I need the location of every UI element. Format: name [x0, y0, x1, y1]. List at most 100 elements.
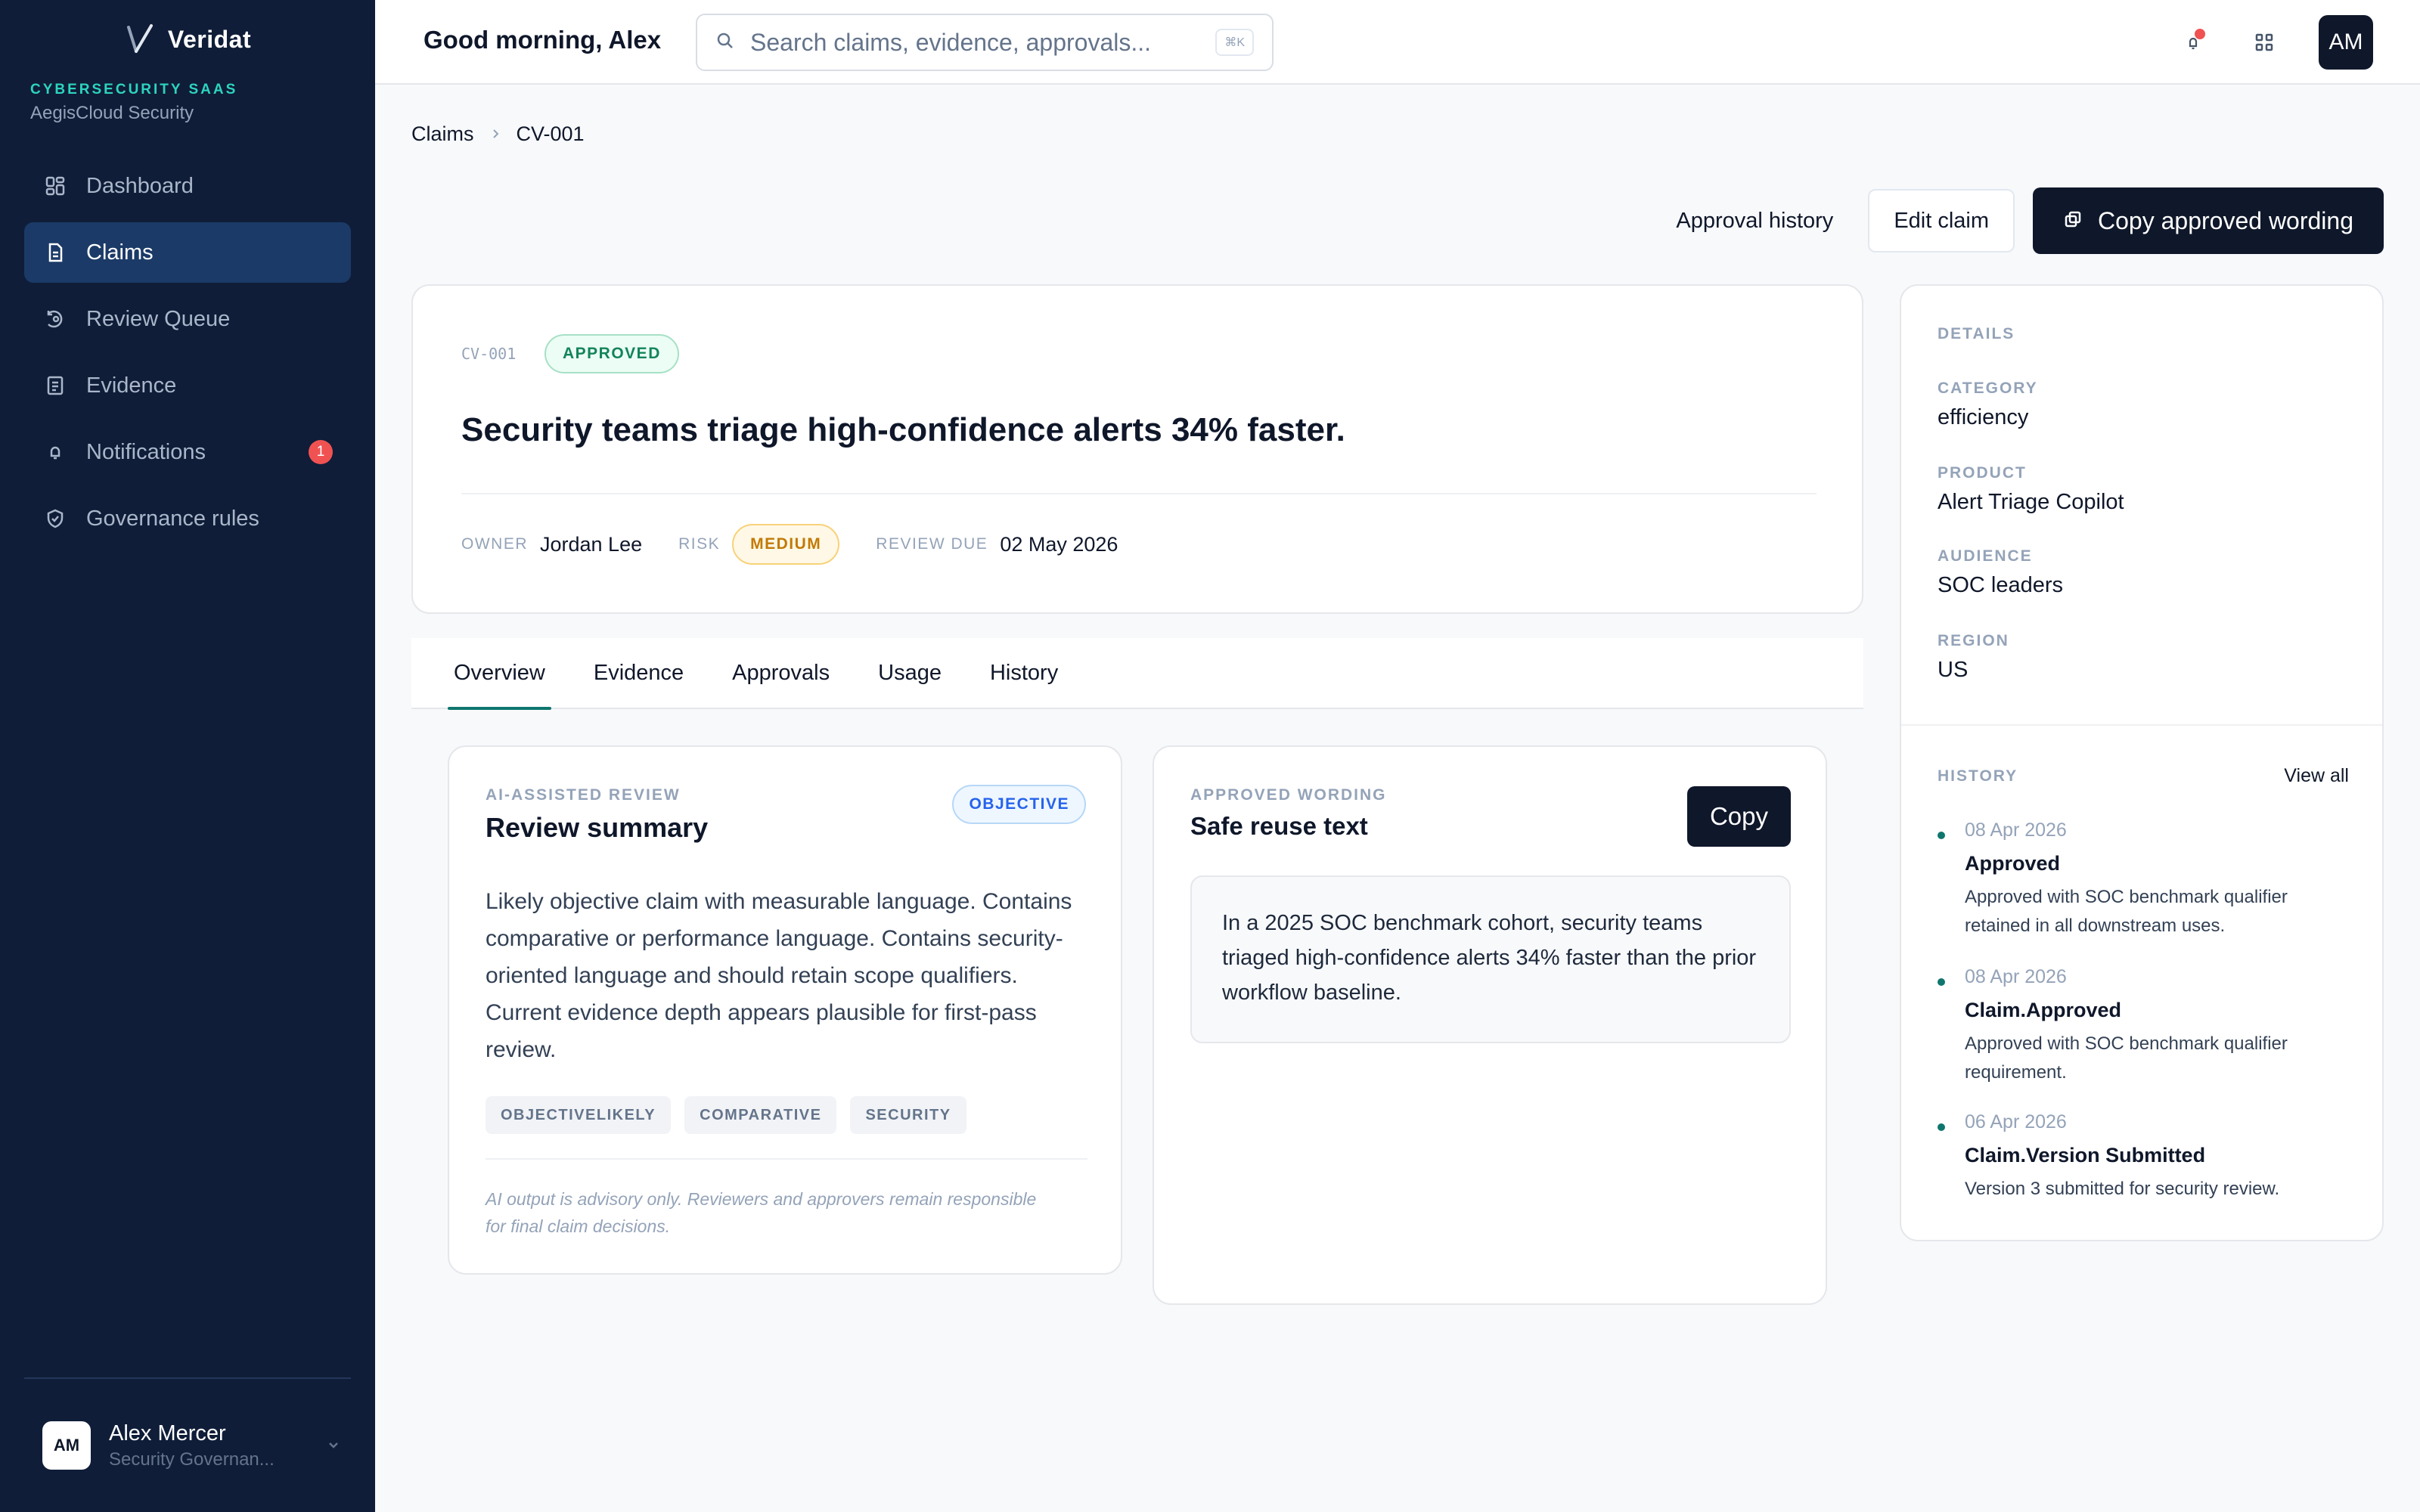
apps-grid-button[interactable] — [2248, 26, 2281, 59]
approved-wording-text: In a 2025 SOC benchmark cohort, security… — [1190, 875, 1791, 1043]
detail-value: US — [1938, 658, 1969, 682]
sidebar-item-label: Notifications — [86, 439, 206, 464]
tag: SECURITY — [850, 1096, 966, 1134]
tag: OBJECTIVELIKELY — [486, 1096, 672, 1134]
claim-actions: Approval history Edit claim Copy approve… — [1659, 187, 2384, 254]
claim-tabs: Overview Evidence Approvals Usage Histor… — [411, 637, 1863, 710]
details-panel: DETAILS CATEGORY efficiency PRODUCT Aler… — [1900, 284, 2384, 1241]
greeting: Good morning, Alex — [424, 26, 662, 54]
topbar: Good morning, Alex ⌘K AM — [375, 0, 2420, 85]
detail-category: CATEGORY efficiency — [1938, 380, 2038, 430]
history-desc: Approved with SOC benchmark qualifier re… — [1965, 887, 2288, 936]
sidebar-divider — [24, 1377, 351, 1379]
sidebar-nav: Dashboard Claims Review Queue Evidence N… — [24, 156, 351, 555]
history-header: HISTORY View all — [1938, 765, 2349, 787]
breadcrumb-claims-link[interactable]: Claims — [411, 122, 474, 146]
review-body: Likely objective claim with measurable l… — [486, 889, 1072, 1062]
chevron-down-icon[interactable] — [322, 1437, 345, 1454]
shield-icon — [44, 507, 67, 530]
owner-value: Jordan Lee — [540, 532, 643, 556]
sidebar-item-label: Governance rules — [86, 506, 259, 531]
history-item: 08 Apr 2026 Claim.Approved Approved with… — [1938, 966, 2349, 1087]
review-header: AI-ASSISTED REVIEW Review summary — [486, 786, 708, 844]
notifications-count-badge: 1 — [309, 440, 333, 464]
history-desc: Version 3 submitted for security review. — [1965, 1179, 2280, 1199]
copy-approved-wording-button[interactable]: Copy approved wording — [2033, 187, 2384, 254]
sidebar: Veridat CYBERSECURITY SAAS AegisCloud Se… — [0, 0, 375, 1512]
sidebar-item-dashboard[interactable]: Dashboard — [24, 156, 351, 216]
risk-badge: MEDIUM — [732, 524, 840, 565]
notification-bell-button[interactable] — [2176, 26, 2210, 59]
history-title: Claim.Version Submitted — [1965, 1144, 2206, 1167]
user-name: Alex Mercer — [109, 1421, 226, 1445]
sidebar-item-label: Review Queue — [86, 306, 231, 331]
review-due-value: 02 May 2026 — [1000, 532, 1118, 556]
approval-history-button[interactable]: Approval history — [1659, 189, 1850, 253]
review-divider — [486, 1158, 1087, 1160]
org-kicker: CYBERSECURITY SAAS — [30, 82, 238, 98]
review-due-label: REVIEW DUE — [876, 535, 988, 553]
ai-disclaimer: AI output is advisory only. Reviewers an… — [486, 1189, 1037, 1236]
search-icon — [715, 31, 735, 54]
claim-header-card: CV-001 APPROVED Security teams triage hi… — [411, 284, 1863, 614]
history-date: 06 Apr 2026 — [1965, 1111, 2067, 1132]
user-meta: Alex Mercer Security Governan... — [109, 1421, 304, 1470]
history-kicker: HISTORY — [1938, 767, 2018, 785]
history-date: 08 Apr 2026 — [1965, 966, 2067, 987]
detail-value: Alert Triage Copilot — [1938, 490, 2124, 514]
approved-wording-card: APPROVED WORDING Safe reuse text Copy In… — [1153, 745, 1827, 1305]
copy-approved-wording-label: Copy approved wording — [2098, 206, 2353, 234]
search-bar[interactable]: ⌘K — [696, 14, 1274, 71]
sidebar-item-label: Evidence — [86, 373, 177, 398]
search-input[interactable] — [750, 28, 1201, 57]
topbar-actions: AM — [2176, 15, 2373, 70]
history-desc: Approved with SOC benchmark qualifier re… — [1965, 1033, 2288, 1083]
review-tags: OBJECTIVELIKELY COMPARATIVE SECURITY — [486, 1096, 966, 1134]
avatar[interactable]: AM — [2319, 15, 2373, 70]
details-divider — [1901, 724, 2382, 726]
breadcrumb-current: CV-001 — [516, 122, 585, 145]
sidebar-item-notifications[interactable]: Notifications 1 — [24, 422, 351, 482]
notification-dot — [2195, 29, 2205, 39]
tab-overview[interactable]: Overview — [448, 637, 551, 710]
detail-label: AUDIENCE — [1938, 547, 2033, 565]
review-kicker: AI-ASSISTED REVIEW — [486, 786, 681, 804]
claim-divider — [461, 493, 1817, 494]
detail-audience: AUDIENCE SOC leaders — [1938, 547, 2063, 598]
copy-button[interactable]: Copy — [1686, 786, 1791, 847]
tab-approvals[interactable]: Approvals — [726, 637, 836, 708]
detail-label: PRODUCT — [1938, 464, 2027, 482]
sidebar-item-label: Claims — [86, 240, 154, 265]
tab-evidence[interactable]: Evidence — [588, 637, 690, 708]
user-role: Security Governan... — [109, 1448, 275, 1470]
sidebar-item-review-queue[interactable]: Review Queue — [24, 289, 351, 349]
claim-meta: OWNER Jordan Lee RISK MEDIUM REVIEW DUE … — [461, 523, 1142, 565]
org-name: AegisCloud Security — [30, 103, 194, 123]
brand[interactable]: Veridat — [0, 23, 375, 56]
tab-history[interactable]: History — [984, 637, 1064, 708]
document-icon — [44, 241, 67, 264]
detail-value: efficiency — [1938, 405, 2029, 429]
user-menu[interactable]: AM Alex Mercer Security Governan... — [42, 1420, 345, 1471]
detail-product: PRODUCT Alert Triage Copilot — [1938, 464, 2124, 515]
detail-label: REGION — [1938, 632, 2009, 649]
tag: COMPARATIVE — [684, 1096, 837, 1134]
history-item: 08 Apr 2026 Approved Approved with SOC b… — [1938, 820, 2349, 940]
detail-label: CATEGORY — [1938, 380, 2038, 397]
history-item: 06 Apr 2026 Claim.Version Submitted Vers… — [1938, 1111, 2349, 1204]
owner-label: OWNER — [461, 535, 528, 553]
sidebar-item-claims[interactable]: Claims — [24, 222, 351, 283]
avatar: AM — [42, 1421, 91, 1470]
view-all-link[interactable]: View all — [2284, 765, 2349, 787]
wording-title: Safe reuse text — [1190, 812, 1368, 840]
status-badge: APPROVED — [544, 334, 679, 373]
grid-icon — [44, 175, 67, 197]
sidebar-item-evidence[interactable]: Evidence — [24, 355, 351, 416]
sidebar-item-governance-rules[interactable]: Governance rules — [24, 488, 351, 549]
review-title: Review summary — [486, 812, 709, 843]
tab-usage[interactable]: Usage — [872, 637, 948, 708]
history-title: Claim.Approved — [1965, 999, 2122, 1021]
detail-region: REGION US — [1938, 632, 2009, 683]
edit-claim-button[interactable]: Edit claim — [1868, 189, 2015, 253]
review-summary-card: AI-ASSISTED REVIEW Review summary OBJECT… — [448, 745, 1122, 1275]
